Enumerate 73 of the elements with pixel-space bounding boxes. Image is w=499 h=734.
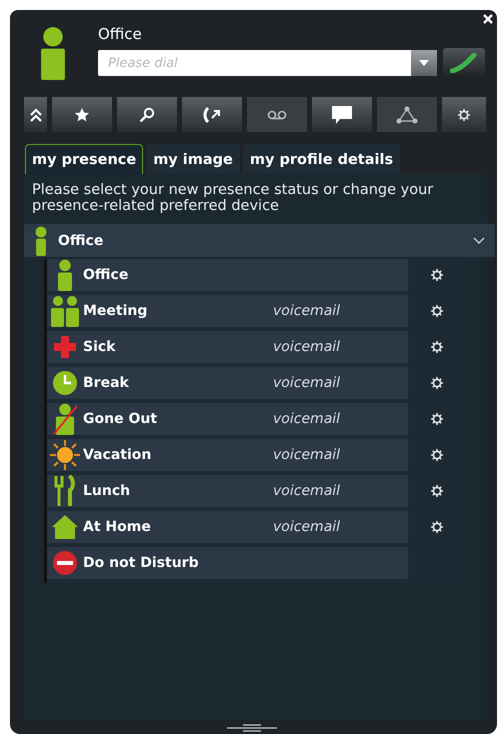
status-label: Office — [83, 267, 130, 283]
status-label: Break — [83, 375, 130, 391]
person-icon — [55, 259, 75, 291]
voicemail-icon — [267, 110, 287, 120]
close-button[interactable] — [481, 12, 495, 26]
device-label: voicemail — [273, 447, 340, 463]
cross-icon — [53, 335, 77, 359]
status-item[interactable]: Vacation voicemail — [47, 439, 408, 471]
close-icon — [483, 14, 493, 24]
device-label: voicemail — [273, 375, 340, 391]
status-item[interactable]: Break voicemail — [47, 367, 408, 399]
status-label: Meeting — [83, 303, 148, 319]
toolbar-button[interactable] — [312, 97, 372, 132]
star-icon — [74, 106, 90, 122]
status-label: Vacation — [83, 447, 152, 463]
status-item[interactable]: Do not Disturb — [47, 547, 408, 579]
tab[interactable]: my image — [146, 144, 240, 174]
fork-knife-icon — [53, 475, 77, 507]
resize-grip-icon — [226, 724, 278, 732]
status-title: Office — [98, 24, 143, 44]
chat-icon — [331, 104, 353, 124]
status-label: Gone Out — [83, 411, 158, 427]
status-label: At Home — [83, 519, 152, 535]
settings-icon[interactable] — [430, 268, 444, 282]
dropdown-button[interactable] — [411, 50, 437, 76]
two-people-icon — [50, 295, 80, 327]
device-label: voicemail — [273, 483, 340, 499]
device-label: voicemail — [273, 339, 340, 355]
status-label: Office — [58, 232, 104, 248]
phone-icon — [450, 53, 478, 73]
phone-forward-icon — [203, 106, 221, 124]
status-item[interactable]: Lunch voicemail — [47, 475, 408, 507]
network-icon — [396, 106, 418, 124]
tab[interactable]: my profile details — [242, 144, 400, 174]
crossed-person-icon — [52, 403, 78, 435]
toolbar-button[interactable] — [182, 97, 242, 132]
search-icon — [139, 106, 155, 122]
settings-icon[interactable] — [430, 484, 444, 498]
settings-icon[interactable] — [430, 376, 444, 390]
tab[interactable]: my presence — [25, 144, 144, 174]
toolbar-button[interactable] — [24, 97, 47, 132]
settings-icon[interactable] — [430, 448, 444, 462]
status-dropdown[interactable]: Office — [24, 224, 495, 257]
caret-icon — [419, 60, 429, 66]
person-icon — [34, 226, 48, 256]
settings-icon[interactable] — [430, 340, 444, 354]
device-label: voicemail — [273, 411, 340, 427]
status-label: Lunch — [83, 483, 132, 499]
settings-icon[interactable] — [430, 304, 444, 318]
chevron-icon — [473, 236, 485, 244]
clock-icon — [52, 370, 78, 396]
status-label: Sick — [83, 339, 116, 355]
status-item[interactable]: Gone Out voicemail — [47, 403, 408, 435]
no-entry-icon — [52, 550, 78, 576]
dial-field[interactable]: Please dial — [98, 50, 411, 76]
house-icon — [51, 514, 79, 540]
status-item[interactable]: Meeting voicemail — [47, 295, 408, 327]
status-item[interactable]: At Home voicemail — [47, 511, 408, 543]
status-item[interactable]: Sick voicemail — [47, 331, 408, 363]
collapse-icon — [30, 108, 42, 122]
settings-icon[interactable] — [430, 520, 444, 534]
toolbar-button[interactable] — [117, 97, 177, 132]
toolbar-button[interactable] — [442, 97, 486, 132]
call-button[interactable] — [443, 48, 485, 78]
status-label: Do not Disturb — [83, 555, 200, 571]
sun-icon — [49, 439, 81, 471]
toolbar-button[interactable] — [52, 97, 112, 132]
settings-icon — [457, 108, 471, 122]
settings-icon[interactable] — [430, 412, 444, 426]
device-label: voicemail — [273, 519, 340, 535]
device-label: voicemail — [273, 303, 340, 319]
description-text: Please select your new presence status or change your presence-related preferred device — [32, 182, 434, 214]
status-item[interactable]: Office — [47, 259, 408, 291]
